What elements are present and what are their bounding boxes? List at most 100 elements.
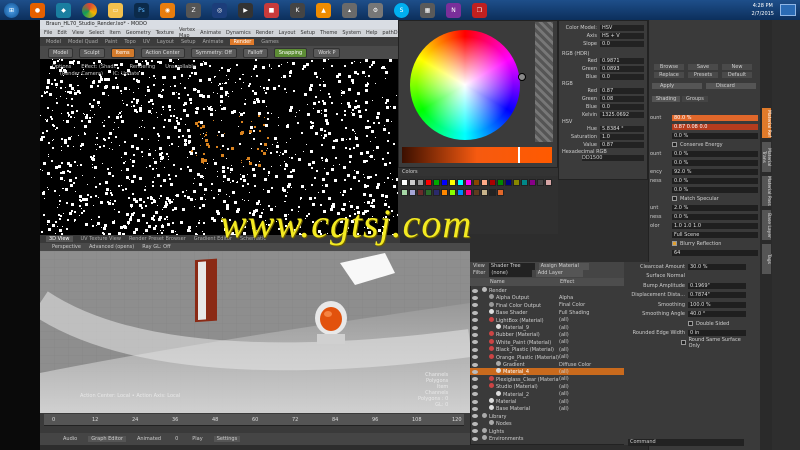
keyshot-icon[interactable]: K bbox=[290, 2, 305, 18]
shader-tree-row[interactable]: Lights bbox=[470, 427, 640, 435]
color-swatch[interactable] bbox=[433, 189, 440, 196]
shader-tree-row[interactable]: Base Material (all) bbox=[470, 405, 640, 412]
color-swatch[interactable] bbox=[545, 179, 552, 186]
prop-value[interactable]: 0.08 bbox=[600, 95, 644, 102]
discard-button[interactable]: Discard bbox=[706, 83, 756, 89]
prop-value[interactable]: 1325.0692 bbox=[600, 111, 644, 118]
view-tab-2[interactable]: Render Preset Browser bbox=[129, 236, 186, 242]
prop-value[interactable]: HSV bbox=[600, 24, 644, 31]
material-prop-field[interactable]: 100.0 % bbox=[688, 301, 746, 308]
apply-button[interactable]: Apply bbox=[652, 83, 702, 89]
color-swatch[interactable] bbox=[497, 179, 504, 186]
col-name[interactable]: Name bbox=[490, 279, 560, 285]
side-tab-4[interactable]: Tags bbox=[762, 244, 771, 274]
menu-animate[interactable]: Animate bbox=[200, 30, 221, 36]
cinema4d-icon[interactable]: ◎ bbox=[212, 2, 227, 18]
add-layer-button[interactable]: Add Layer bbox=[535, 270, 583, 277]
color-swatch[interactable] bbox=[473, 179, 480, 186]
toolbar-snapping[interactable]: Snapping bbox=[273, 47, 308, 58]
shader-tree-row[interactable]: Material_9 (all) bbox=[470, 324, 640, 331]
shader-tree-row[interactable]: Rubber (Material) (all) bbox=[470, 331, 640, 338]
menu-dynamics[interactable]: Dynamics bbox=[226, 30, 251, 36]
tab-uv[interactable]: UV bbox=[143, 39, 150, 45]
view-tab-0[interactable]: 3D View bbox=[46, 236, 73, 242]
blender-icon[interactable]: ◉ bbox=[160, 2, 175, 18]
tab-model[interactable]: Model bbox=[46, 39, 61, 45]
folder-icon[interactable]: ■ bbox=[264, 2, 279, 18]
material-prop-field[interactable]: 0.1969" bbox=[688, 282, 746, 289]
menu-texture[interactable]: Texture bbox=[156, 30, 174, 36]
viewport-option-2[interactable]: Ray GL: Off bbox=[142, 244, 170, 250]
value-gradient-bar[interactable] bbox=[402, 147, 552, 163]
menu-render[interactable]: Render bbox=[256, 30, 274, 36]
color-swatch[interactable] bbox=[473, 189, 480, 196]
material-prop-field[interactable]: 40.0 ° bbox=[688, 311, 746, 317]
header-button-presets[interactable]: Presets bbox=[688, 72, 718, 78]
swatch-tab[interactable]: Colors bbox=[402, 169, 418, 175]
color-swatch[interactable] bbox=[409, 179, 416, 186]
filter-dropdown[interactable]: (none) bbox=[489, 270, 532, 277]
visibility-eye-icon[interactable] bbox=[472, 429, 478, 434]
color-swatch[interactable] bbox=[489, 189, 496, 196]
media-player-icon[interactable]: ▶ bbox=[238, 2, 253, 18]
firefox-icon[interactable]: ● bbox=[30, 2, 45, 18]
header-button-save[interactable]: Save bbox=[688, 64, 718, 70]
visibility-eye-icon[interactable] bbox=[472, 436, 478, 441]
color-swatch[interactable] bbox=[529, 179, 536, 186]
viewport-option-1[interactable]: Advanced (opens) bbox=[89, 244, 134, 250]
render-option2-1[interactable]: IC: Update bbox=[113, 71, 139, 77]
color-swatch[interactable] bbox=[441, 189, 448, 196]
header-button-new[interactable]: New bbox=[722, 64, 752, 70]
col-effect[interactable]: Effect bbox=[560, 279, 574, 285]
view-tab-1[interactable]: UV Texture View bbox=[81, 236, 121, 242]
visibility-eye-icon[interactable] bbox=[472, 384, 478, 389]
color-swatch[interactable] bbox=[465, 189, 472, 196]
render-option2-0[interactable]: (Render Camera) bbox=[60, 71, 103, 77]
tab-render[interactable]: Render bbox=[230, 38, 255, 45]
shader-tree-row[interactable]: Final Color Output Final Color bbox=[470, 301, 640, 309]
side-tab-0[interactable]: Material Ref bbox=[762, 108, 771, 138]
color-swatch[interactable] bbox=[409, 189, 416, 196]
checkbox[interactable] bbox=[680, 340, 686, 345]
shader-tree-row[interactable]: Material_4 (all) bbox=[470, 368, 640, 376]
settings-icon[interactable]: ⚙ bbox=[368, 2, 383, 18]
toolbar-model[interactable]: Model bbox=[48, 47, 74, 58]
tab-games[interactable]: Games bbox=[261, 39, 279, 45]
property-field[interactable]: 0.0 % bbox=[672, 150, 758, 157]
property-field[interactable]: 80.0 % bbox=[672, 114, 758, 121]
transport-settings[interactable]: Settings bbox=[213, 436, 241, 442]
visibility-eye-icon[interactable] bbox=[472, 310, 478, 315]
color-swatch[interactable] bbox=[417, 179, 424, 186]
menu-select[interactable]: Select bbox=[89, 30, 104, 36]
checkbox[interactable] bbox=[672, 142, 677, 147]
property-field[interactable]: Full Scene bbox=[672, 231, 758, 238]
shader-tree-row[interactable]: Studio (Material) (all) bbox=[470, 383, 640, 390]
command-input[interactable]: Command bbox=[628, 439, 744, 446]
render-option-3[interactable]: Unscrollable bbox=[165, 64, 196, 70]
visibility-eye-icon[interactable] bbox=[472, 295, 478, 300]
checkbox[interactable] bbox=[688, 321, 693, 326]
prop-value[interactable]: 0.0893 bbox=[600, 65, 644, 72]
transport-graph-editor[interactable]: Graph Editor bbox=[88, 436, 126, 442]
shader-tree-row[interactable]: Alpha Output Alpha bbox=[470, 294, 640, 301]
toolbar-symmetry-off[interactable]: Symmetry: Off bbox=[190, 47, 237, 58]
prop-value[interactable]: HS + V bbox=[600, 32, 644, 39]
color-swatch[interactable] bbox=[481, 189, 488, 196]
side-tab-1[interactable]: Material Trans bbox=[761, 142, 771, 172]
system-clock[interactable]: 4:28 PM 2/7/2015 bbox=[752, 2, 774, 18]
menu-geometry[interactable]: Geometry bbox=[126, 30, 151, 36]
vlc-icon[interactable]: ▲ bbox=[316, 2, 331, 18]
property-field[interactable]: 0.0 % bbox=[672, 132, 758, 139]
color-swatch[interactable] bbox=[489, 179, 496, 186]
color-swatch[interactable] bbox=[449, 189, 456, 196]
material-prop-field[interactable]: 30.0 % bbox=[688, 263, 746, 270]
property-field[interactable]: 0.0 % bbox=[672, 213, 758, 220]
value-strip[interactable] bbox=[535, 22, 553, 142]
visibility-eye-icon[interactable] bbox=[472, 421, 478, 426]
color-swatch[interactable] bbox=[441, 179, 448, 186]
shader-tree-row[interactable]: Base Shader Full Shading bbox=[470, 309, 640, 316]
tab-setup[interactable]: Setup bbox=[181, 39, 196, 45]
render-option-0[interactable]: Options bbox=[52, 64, 71, 70]
prop-value[interactable]: 0.87 bbox=[600, 87, 644, 94]
visibility-eye-icon[interactable] bbox=[472, 332, 478, 337]
